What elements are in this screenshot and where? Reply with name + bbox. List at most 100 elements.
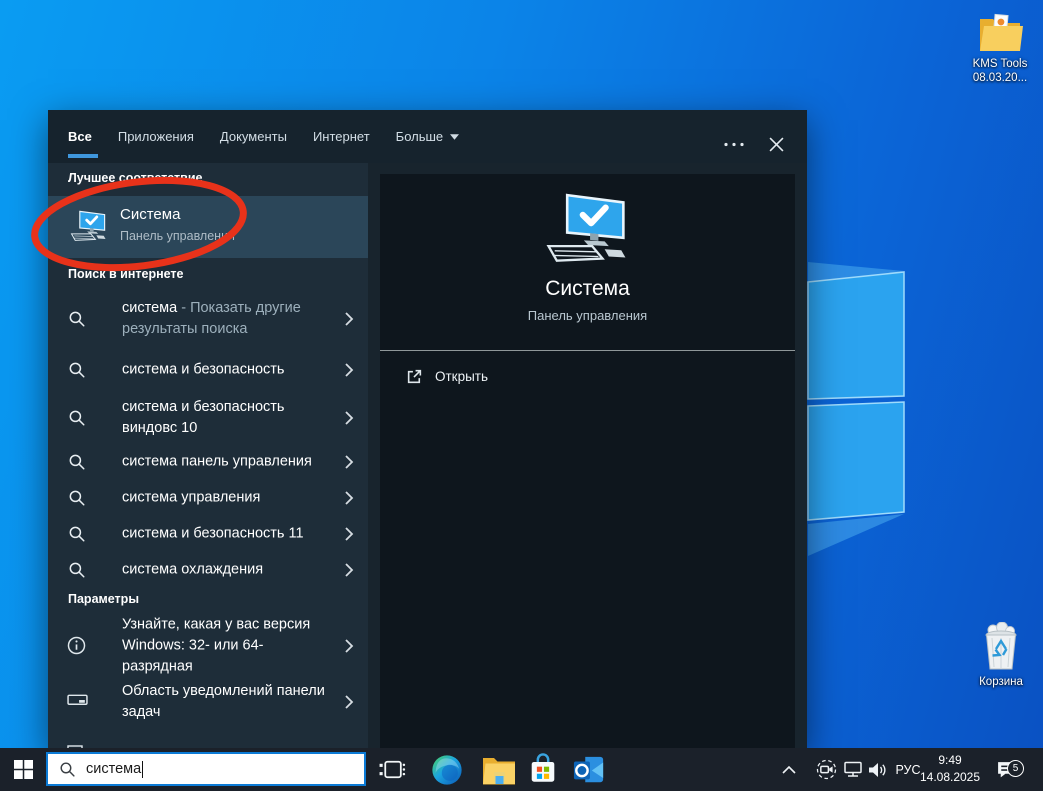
preview-panel: Система Панель управления Открыть xyxy=(368,163,807,750)
volume-button[interactable] xyxy=(866,748,890,791)
microsoft-store-button[interactable] xyxy=(523,748,563,791)
suggestion-text: система xyxy=(122,490,181,506)
outlook-button[interactable] xyxy=(568,748,610,791)
tab-label: Больше xyxy=(396,129,444,144)
tab-label: Интернет xyxy=(313,129,370,144)
tab-documents[interactable]: Документы xyxy=(220,129,287,144)
tab-all[interactable]: Все xyxy=(68,129,92,144)
edge-button[interactable] xyxy=(426,748,468,791)
system-computer-icon xyxy=(66,210,112,244)
desktop-icon-recycle-bin[interactable]: Корзина xyxy=(956,622,1043,689)
chevron-right-icon xyxy=(344,638,354,654)
notification-area-icon xyxy=(67,692,88,707)
tab-apps[interactable]: Приложения xyxy=(118,129,194,144)
search-flyout-window: Все Приложения Документы Интернет Больше… xyxy=(48,110,807,750)
suggestion-text: система xyxy=(122,362,181,378)
chevron-right-icon xyxy=(344,562,354,578)
search-icon xyxy=(68,561,86,579)
search-icon xyxy=(59,761,76,778)
close-icon[interactable] xyxy=(769,137,784,152)
taskbar: система xyxy=(0,748,1043,791)
search-icon xyxy=(68,453,86,471)
suggestion-text: и безопасность 11 xyxy=(181,526,303,542)
more-options-icon[interactable] xyxy=(724,142,744,147)
meet-now-button[interactable] xyxy=(814,748,838,791)
open-action[interactable]: Открыть xyxy=(406,368,488,385)
settings-text: Узнайте, какая у вас версия Windows: 32-… xyxy=(122,617,310,675)
section-settings: Параметры xyxy=(68,592,139,606)
preview-card: Система Панель управления Открыть xyxy=(380,174,795,750)
chevron-right-icon xyxy=(344,490,354,506)
web-suggestion-row[interactable]: система и безопасность виндовс 10 xyxy=(48,392,368,444)
suggestion-text: охлаждения xyxy=(181,562,263,578)
suggestion-text: система xyxy=(122,399,181,415)
chevron-down-icon xyxy=(450,134,459,140)
desktop: KMS Tools 08.03.20... Корзина Все Прилож… xyxy=(0,0,1043,791)
text-caret xyxy=(142,761,143,778)
clock-date: 14.08.2025 xyxy=(908,769,992,786)
suggestion-text: система xyxy=(122,562,181,578)
tab-label: Документы xyxy=(220,129,287,144)
file-explorer-button[interactable] xyxy=(478,748,520,791)
desktop-icon-label: KMS Tools xyxy=(955,57,1043,71)
web-suggestion-row[interactable]: система и безопасность xyxy=(48,352,368,388)
suggestion-text: система xyxy=(122,300,177,316)
search-icon xyxy=(68,409,86,427)
edge-icon xyxy=(430,753,464,787)
best-match-item-system[interactable]: Система Панель управления xyxy=(48,196,368,258)
chevron-right-icon xyxy=(344,311,354,327)
web-suggestion-row[interactable]: система управления xyxy=(48,480,368,516)
preview-divider xyxy=(380,350,795,351)
tab-label: Приложения xyxy=(118,129,194,144)
search-tabs-header: Все Приложения Документы Интернет Больше xyxy=(48,110,807,163)
desktop-icon-label2: 08.03.20... xyxy=(955,71,1043,85)
chevron-right-icon xyxy=(344,694,354,710)
suggestion-text: панель управления xyxy=(181,454,312,470)
open-icon xyxy=(406,368,423,385)
tab-label: Все xyxy=(68,129,92,144)
network-button[interactable] xyxy=(841,748,865,791)
chevron-right-icon xyxy=(344,454,354,470)
system-computer-icon-large xyxy=(536,192,640,269)
search-icon xyxy=(68,310,86,328)
chevron-right-icon xyxy=(344,362,354,378)
windows-logo-icon xyxy=(14,760,33,779)
clock-time: 9:49 xyxy=(908,752,992,769)
tray-chevron-up-button[interactable] xyxy=(780,748,798,791)
web-suggestion-row[interactable]: система - Показать другие результаты пои… xyxy=(48,292,368,346)
clock[interactable]: 9:49 14.08.2025 xyxy=(908,752,992,786)
suggestion-text: система xyxy=(122,454,181,470)
chevron-up-icon xyxy=(782,766,796,774)
best-match-subtitle: Панель управления xyxy=(120,229,235,243)
notification-badge: 5 xyxy=(1007,760,1024,777)
task-view-icon xyxy=(378,756,406,783)
settings-result-row[interactable]: Укажите, должна ли система xyxy=(48,729,368,750)
volume-icon xyxy=(868,762,888,778)
tab-web[interactable]: Интернет xyxy=(313,129,370,144)
section-web-search: Поиск в интернете xyxy=(68,267,184,281)
search-icon xyxy=(68,361,86,379)
chevron-right-icon xyxy=(344,526,354,542)
taskbar-search-box[interactable]: система xyxy=(46,752,366,786)
search-input-value: система xyxy=(86,761,141,777)
desktop-icon-kms-tools[interactable]: KMS Tools 08.03.20... xyxy=(955,12,1043,85)
search-icon xyxy=(68,525,86,543)
search-icon xyxy=(68,489,86,507)
web-suggestion-row[interactable]: система охлаждения xyxy=(48,552,368,588)
info-icon xyxy=(67,636,86,655)
file-explorer-icon xyxy=(481,755,517,785)
task-view-button[interactable] xyxy=(374,748,410,791)
settings-result-row[interactable]: Область уведомлений панели задач xyxy=(48,676,368,728)
suggestion-text: система xyxy=(122,526,181,542)
meet-now-icon xyxy=(816,759,837,780)
suggestion-text: и безопасность xyxy=(181,362,284,378)
chevron-right-icon xyxy=(344,410,354,426)
tab-more[interactable]: Больше xyxy=(396,129,460,144)
section-best-match: Лучшее соответствие xyxy=(68,171,202,185)
web-suggestion-row[interactable]: система панель управления xyxy=(48,444,368,480)
microsoft-store-icon xyxy=(527,753,559,786)
start-button[interactable] xyxy=(0,748,46,791)
web-suggestion-row[interactable]: система и безопасность 11 xyxy=(48,516,368,552)
settings-result-row[interactable]: Узнайте, какая у вас версия Windows: 32-… xyxy=(48,620,368,672)
preview-subtitle: Панель управления xyxy=(528,308,647,323)
